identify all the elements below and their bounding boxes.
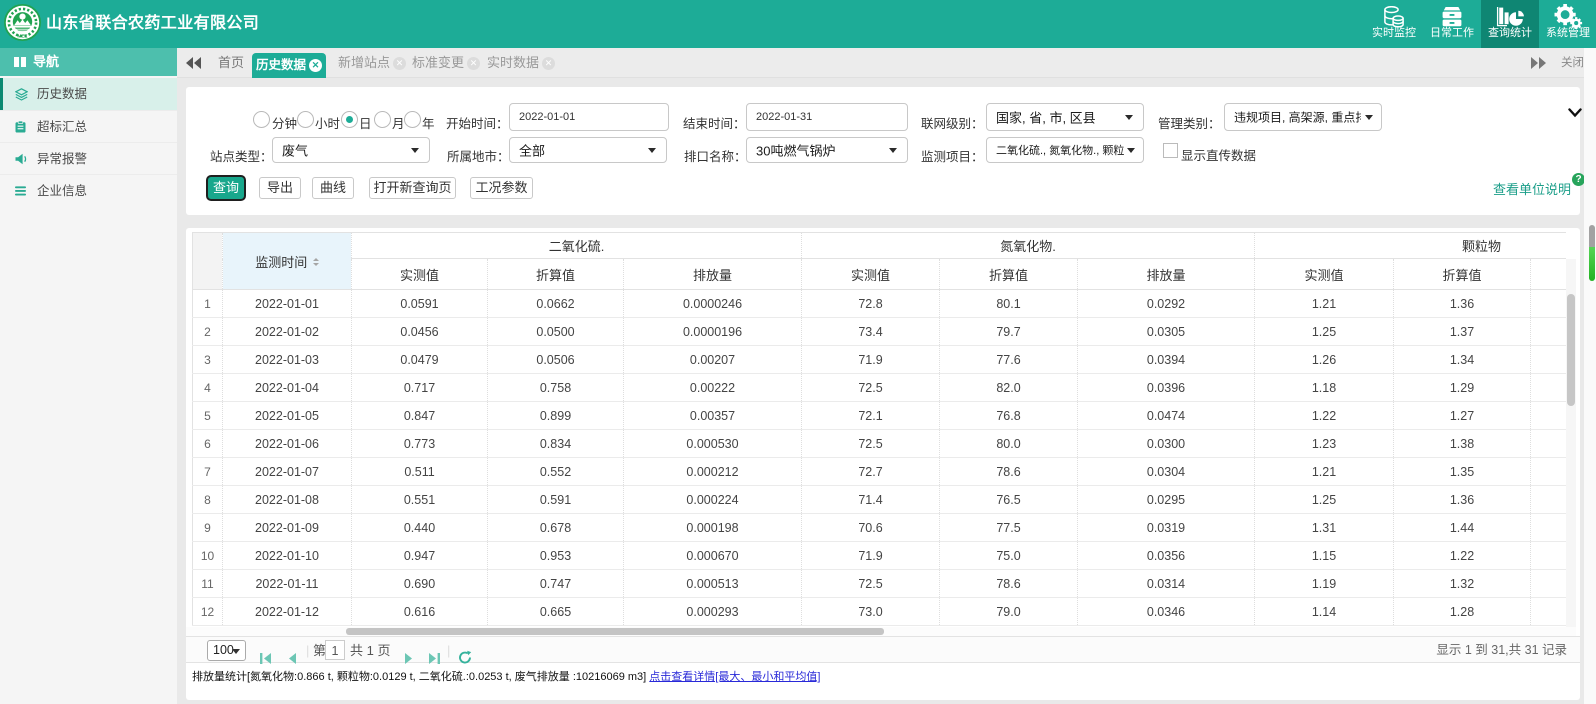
svg-text:MEE: MEE — [18, 34, 28, 39]
